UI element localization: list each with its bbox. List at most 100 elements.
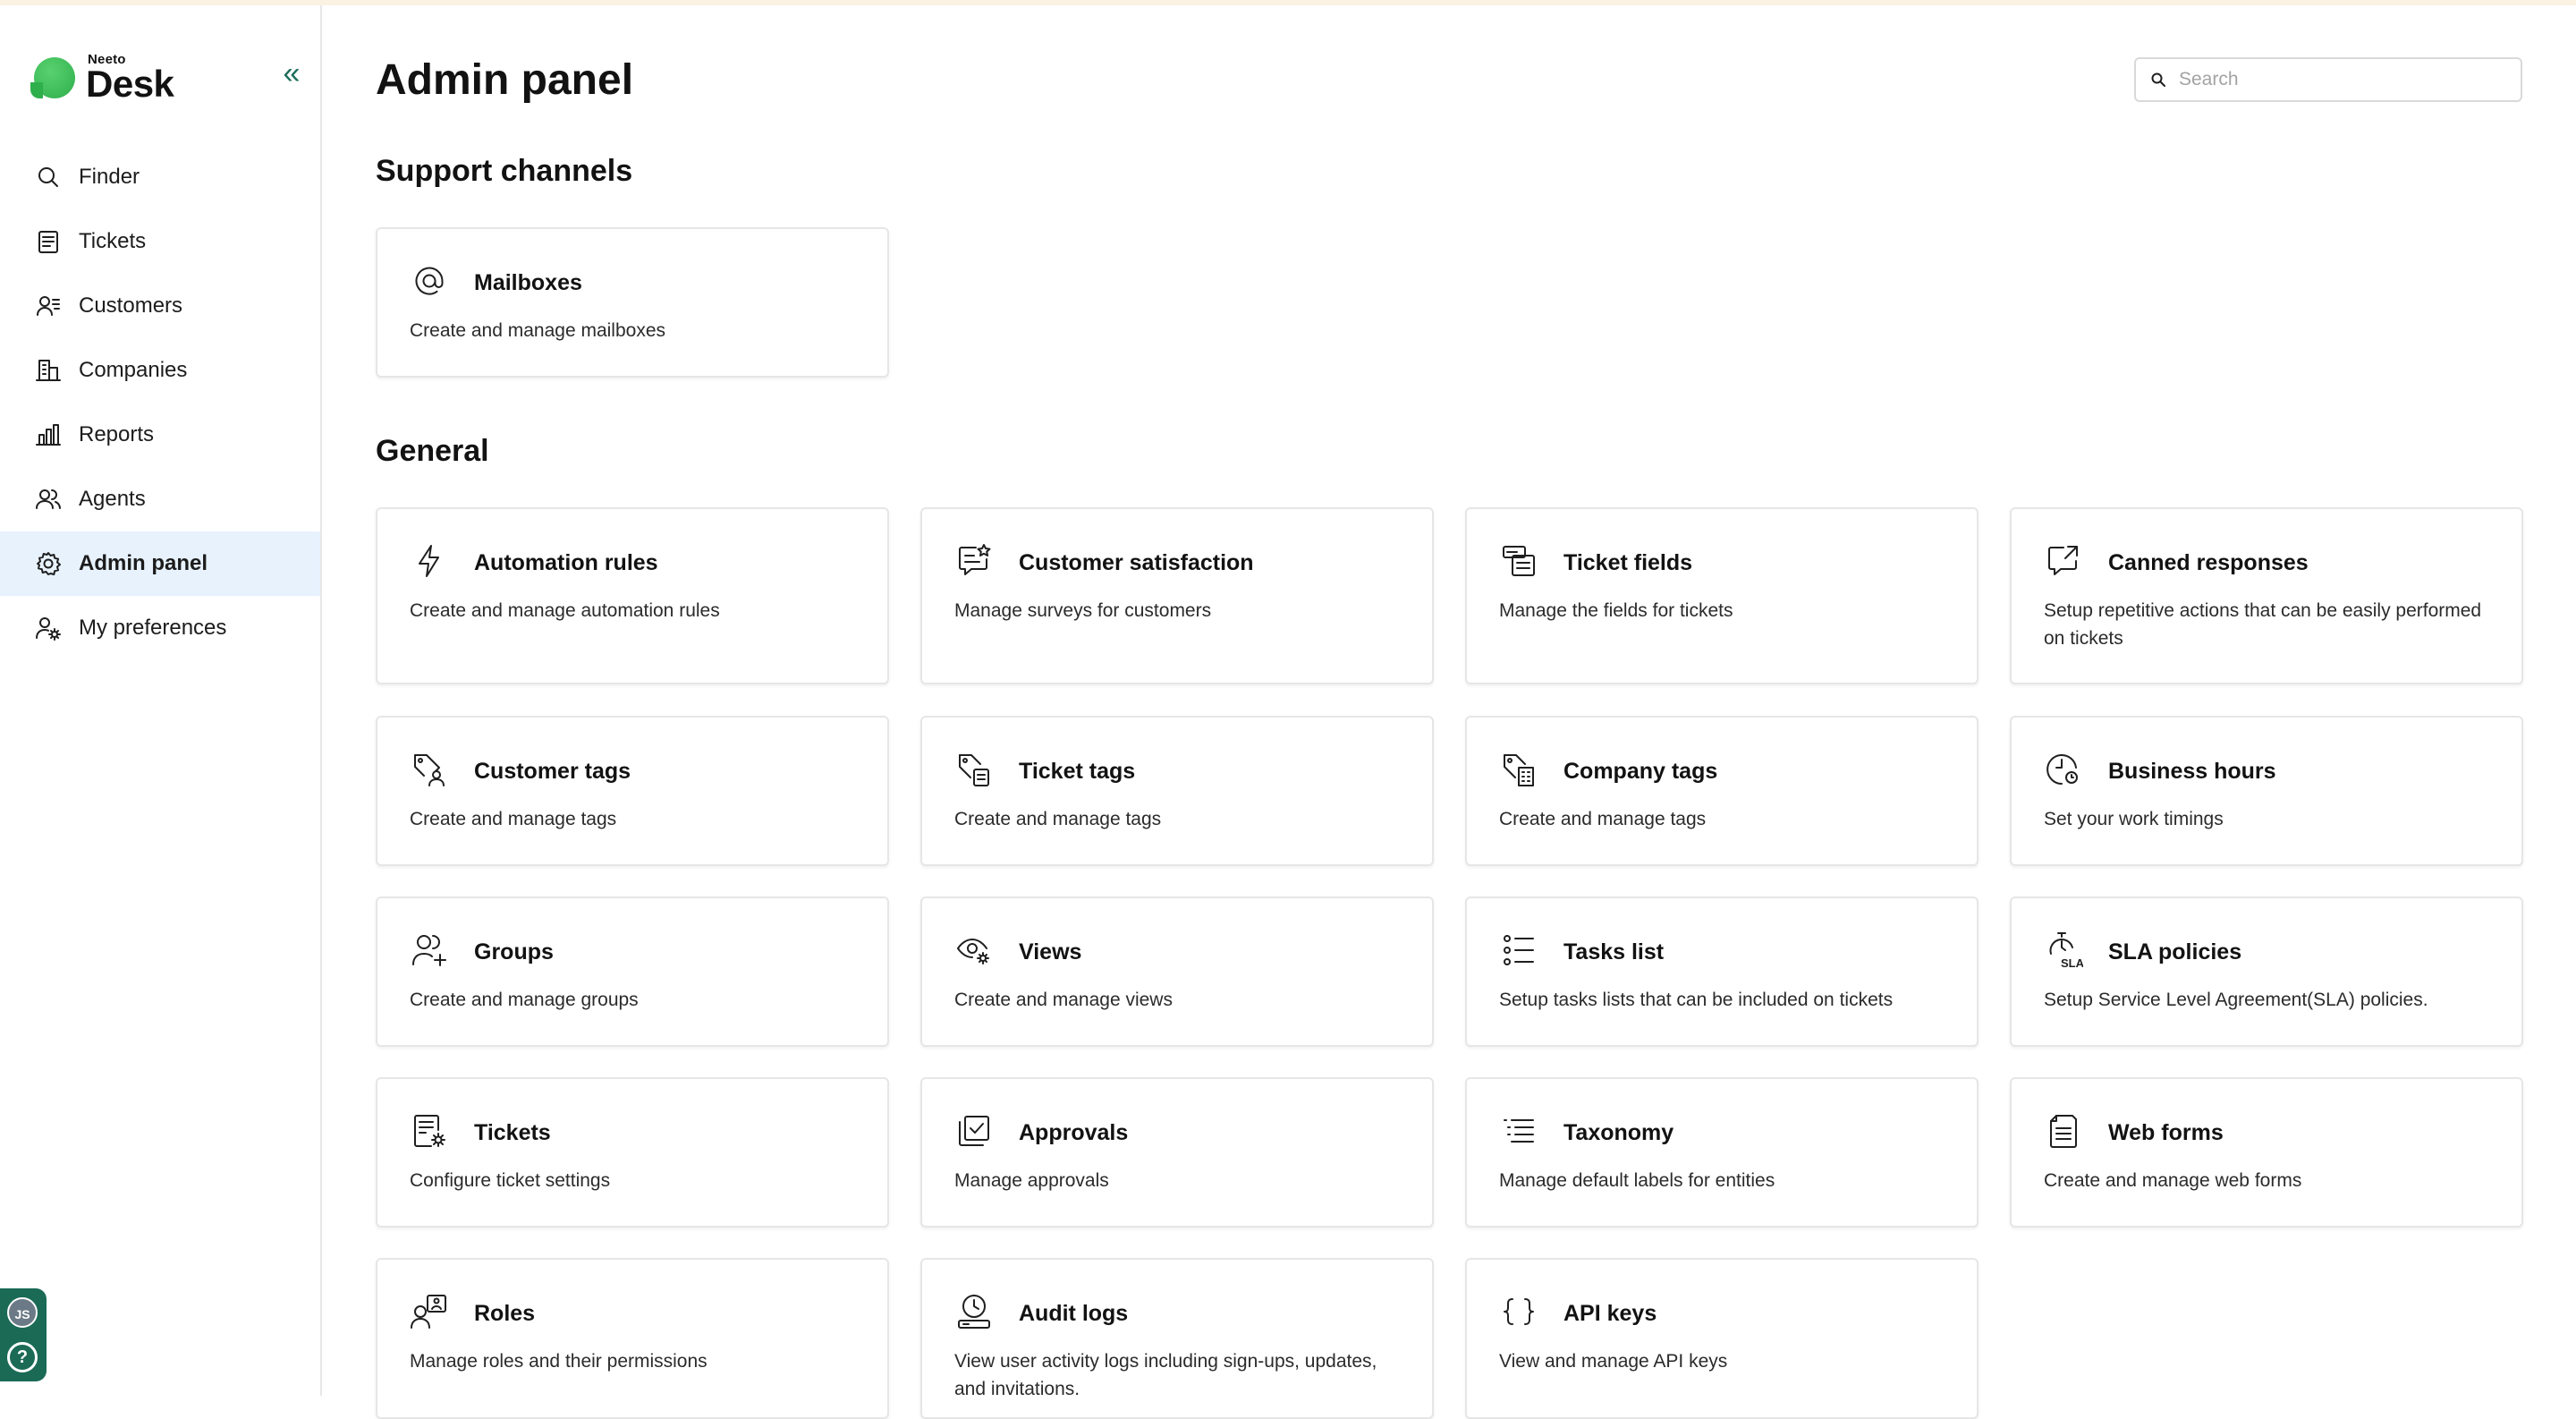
card-customer-tags[interactable]: Customer tags Create and manage tags (376, 716, 889, 866)
group-add-icon (410, 930, 449, 970)
sidebar-item-label: Agents (79, 487, 146, 511)
card-tasks-list[interactable]: Tasks list Setup tasks lists that can be… (1465, 896, 1979, 1047)
card-automation-rules[interactable]: Automation rules Create and manage autom… (376, 507, 889, 684)
card-title: Company tags (1563, 759, 1718, 784)
card-taxonomy[interactable]: Taxonomy Manage default labels for entit… (1465, 1077, 1979, 1228)
card-title: Roles (474, 1301, 536, 1326)
sidebar-item-label: Admin panel (79, 551, 208, 575)
customers-icon (37, 296, 60, 316)
card-title: Ticket fields (1563, 550, 1693, 575)
card-title: Mailboxes (474, 270, 582, 295)
card-description: Manage roles and their permissions (410, 1351, 708, 1372)
card-customer-satisfaction[interactable]: Customer satisfaction Manage surveys for… (920, 507, 1434, 684)
card-description: Manage surveys for customers (954, 600, 1212, 621)
card-approvals[interactable]: Approvals Manage approvals (920, 1077, 1434, 1228)
eye-gear-icon (954, 930, 994, 970)
section-title-general: General (376, 434, 489, 468)
card-sla-policies[interactable]: SLA SLA policies Setup Service Level Agr… (2010, 896, 2523, 1047)
card-description: Create and manage views (954, 990, 1173, 1010)
brand-logo[interactable]: Neeto Desk (30, 47, 211, 109)
card-title: SLA policies (2108, 939, 2242, 964)
card-title: Web forms (2108, 1120, 2224, 1145)
ticket-settings-icon (410, 1111, 449, 1151)
survey-icon (954, 541, 994, 581)
agents-icon (36, 489, 61, 509)
card-description: Create and manage tags (954, 809, 1162, 829)
audit-log-icon (954, 1292, 994, 1331)
card-audit-logs[interactable]: Audit logs View user activity logs inclu… (920, 1258, 1434, 1419)
bar-chart-icon (36, 424, 61, 446)
sidebar-item-reports[interactable]: Reports (0, 403, 320, 467)
card-title: Tasks list (1563, 939, 1665, 964)
sidebar-item-label: Reports (79, 422, 155, 446)
sidebar-item-companies[interactable]: Companies (0, 338, 320, 403)
card-description: Configure ticket settings (410, 1170, 611, 1191)
search-icon (2151, 72, 2165, 87)
card-ticket-tags[interactable]: Ticket tags Create and manage tags (920, 716, 1434, 866)
help-icon[interactable]: ? (7, 1342, 38, 1372)
building-icon (36, 360, 61, 381)
sidebar-item-label: Companies (79, 358, 188, 382)
main-content: Admin panel Support channels Mailboxes C… (324, 5, 2576, 1419)
search-input[interactable] (2179, 69, 2501, 90)
sidebar-item-finder[interactable]: Finder (0, 145, 320, 209)
card-description: Setup Service Level Agreement(SLA) polic… (2044, 990, 2428, 1010)
gear-icon (37, 552, 61, 575)
card-title: Tickets (474, 1120, 551, 1145)
sidebar-item-customers[interactable]: Customers (0, 274, 320, 338)
sidebar: Neeto Desk « Finder Tickets Customers Co… (0, 5, 322, 1396)
customer-tag-icon (410, 750, 449, 789)
card-description: Setup repetitive actions that can be eas… (2044, 600, 2482, 649)
card-canned-responses[interactable]: Canned responses Setup repetitive action… (2010, 507, 2523, 684)
at-icon (410, 261, 449, 301)
card-title: Groups (474, 939, 554, 964)
sidebar-item-admin-panel[interactable]: Admin panel (0, 531, 320, 596)
card-title: Audit logs (1019, 1301, 1129, 1326)
card-web-forms[interactable]: Web forms Create and manage web forms (2010, 1077, 2523, 1228)
search-box[interactable] (2134, 57, 2522, 102)
approval-icon (954, 1111, 994, 1151)
card-description: View and manage API keys (1499, 1351, 1728, 1372)
card-description: Setup tasks lists that can be included o… (1499, 990, 1894, 1010)
card-company-tags[interactable]: Company tags Create and manage tags (1465, 716, 1979, 866)
ticket-tag-icon (954, 750, 994, 789)
card-mailboxes[interactable]: Mailboxes Create and manage mailboxes (376, 227, 889, 378)
card-tickets[interactable]: Tickets Configure ticket settings (376, 1077, 889, 1228)
sidebar-item-label: My preferences (79, 616, 227, 640)
company-tag-icon (1499, 750, 1538, 789)
card-description: Manage approvals (954, 1170, 1109, 1191)
roles-icon (410, 1292, 449, 1331)
card-title: Customer satisfaction (1019, 550, 1254, 575)
section-title-support-channels: Support channels (376, 154, 633, 188)
card-title: Views (1019, 939, 1082, 964)
brand-name: Desk (86, 63, 174, 105)
clock-icon (2044, 750, 2083, 789)
sidebar-item-label: Customers (79, 293, 183, 318)
card-business-hours[interactable]: Business hours Set your work timings (2010, 716, 2523, 866)
card-views[interactable]: Views Create and manage views (920, 896, 1434, 1047)
card-description: Manage the fields for tickets (1499, 600, 1733, 621)
avatar[interactable]: JS (7, 1297, 38, 1328)
card-roles[interactable]: Roles Manage roles and their permissions (376, 1258, 889, 1419)
card-description: View user activity logs including sign-u… (954, 1351, 1377, 1399)
card-groups[interactable]: Groups Create and manage groups (376, 896, 889, 1047)
card-ticket-fields[interactable]: Ticket fields Manage the fields for tick… (1465, 507, 1979, 684)
search-icon (38, 167, 58, 187)
task-list-icon (1499, 930, 1538, 970)
taxonomy-icon (1499, 1111, 1538, 1151)
sidebar-item-agents[interactable]: Agents (0, 467, 320, 531)
card-title: Business hours (2108, 759, 2276, 784)
user-gear-icon (36, 617, 61, 641)
card-description: Create and manage groups (410, 990, 639, 1010)
canned-response-icon (2044, 541, 2083, 581)
collapse-sidebar-icon[interactable]: « (274, 55, 309, 91)
card-title: Approvals (1019, 1120, 1129, 1145)
card-description: Create and manage automation rules (410, 600, 720, 621)
sidebar-item-my-preferences[interactable]: My preferences (0, 596, 320, 660)
lightning-icon (410, 541, 449, 581)
sidebar-item-tickets[interactable]: Tickets (0, 209, 320, 274)
card-api-keys[interactable]: API keys View and manage API keys (1465, 1258, 1979, 1419)
card-description: Create and manage web forms (2044, 1170, 2302, 1191)
card-title: Taxonomy (1563, 1120, 1674, 1145)
web-form-icon (2044, 1111, 2083, 1151)
